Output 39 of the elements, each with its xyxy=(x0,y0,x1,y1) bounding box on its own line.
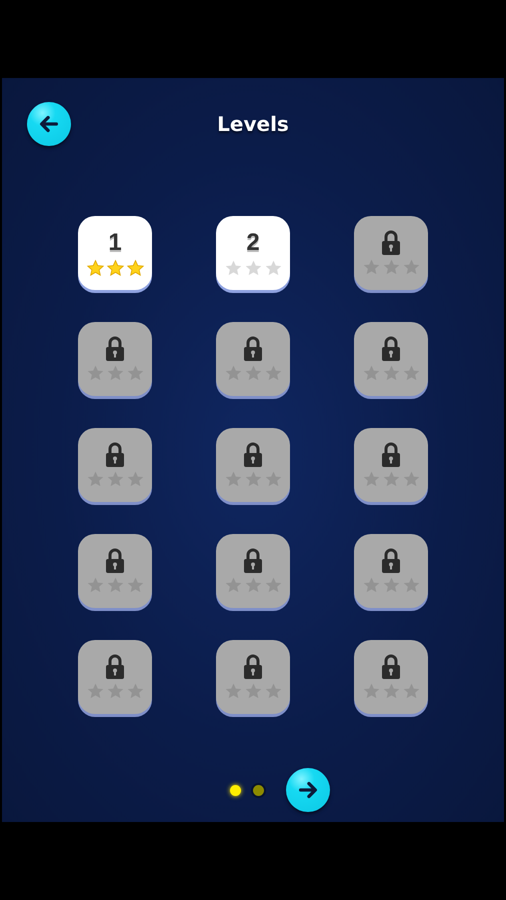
right-arrow-icon xyxy=(297,779,319,801)
locked-level-button[interactable] xyxy=(354,640,428,714)
lock-icon xyxy=(243,442,263,468)
lock-icon xyxy=(381,336,401,362)
star-icon xyxy=(224,258,242,278)
locked-level-button[interactable] xyxy=(78,640,152,714)
lock-icon xyxy=(105,442,125,468)
locked-level-button[interactable] xyxy=(78,428,152,502)
star-icon xyxy=(264,258,282,278)
locked-level-button[interactable] xyxy=(78,534,152,608)
locked-level-button[interactable] xyxy=(354,534,428,608)
locked-level-button[interactable] xyxy=(216,428,290,502)
lock-icon xyxy=(381,548,401,574)
lock-icon xyxy=(105,548,125,574)
lock-icon xyxy=(105,336,125,362)
star-icon xyxy=(106,258,124,278)
lock-icon xyxy=(105,654,125,680)
left-arrow-icon xyxy=(38,113,60,135)
locked-level-button[interactable] xyxy=(78,322,152,396)
lock-icon xyxy=(381,654,401,680)
locked-level-button[interactable] xyxy=(216,534,290,608)
lock-icon xyxy=(243,654,263,680)
screen-title: Levels xyxy=(217,112,289,136)
lock-icon xyxy=(381,442,401,468)
lock-icon xyxy=(243,336,263,362)
level-button[interactable]: 2 xyxy=(216,216,290,290)
locked-level-button[interactable] xyxy=(354,322,428,396)
star-icon xyxy=(86,258,104,278)
next-button[interactable] xyxy=(286,768,330,812)
locked-level-button[interactable] xyxy=(354,216,428,290)
star-icon xyxy=(244,258,262,278)
locked-level-button[interactable] xyxy=(216,640,290,714)
level-button[interactable]: 1 xyxy=(78,216,152,290)
star-icon xyxy=(126,258,144,278)
lock-icon xyxy=(243,548,263,574)
lock-icon xyxy=(381,230,401,256)
locked-level-button[interactable] xyxy=(354,428,428,502)
back-button[interactable] xyxy=(27,102,71,146)
locked-level-button[interactable] xyxy=(216,322,290,396)
